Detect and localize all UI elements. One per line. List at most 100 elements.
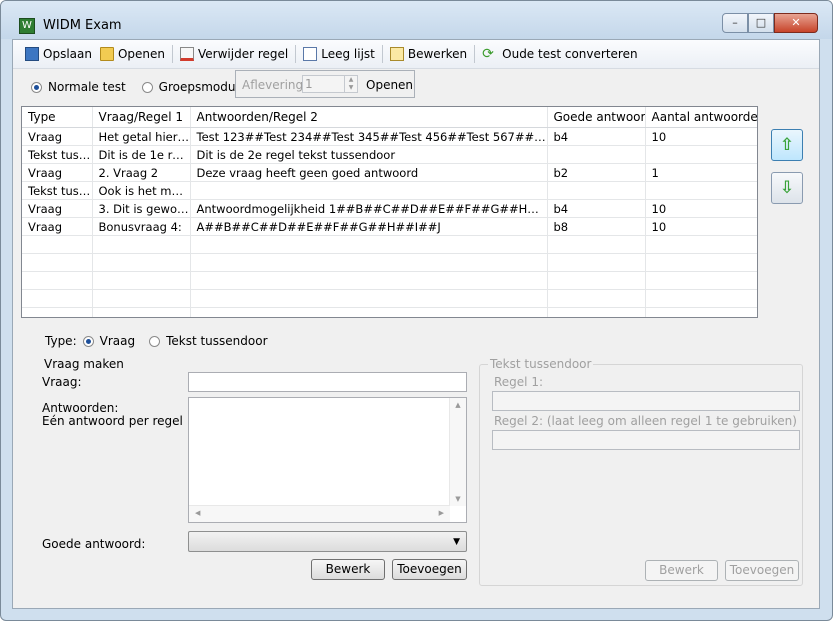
table-cell: Antwoordmogelijkheid 1##B##C##D##E##F##G… — [190, 199, 548, 218]
table-cell — [547, 181, 646, 200]
delete-row-icon — [180, 47, 195, 61]
mode-options: Normale test Groepsmodustest — [31, 74, 265, 100]
move-down-button[interactable]: ⇩ — [771, 172, 803, 204]
goede-antwoord-label: Goede antwoord: — [42, 537, 146, 551]
table-row-empty[interactable] — [22, 235, 757, 254]
client-area: Opslaan Openen Verwijder regel Leeg lijs… — [12, 39, 820, 609]
clear-list-label: Leeg lijst — [321, 47, 375, 61]
arrow-down-icon: ⇩ — [779, 178, 795, 198]
table-cell: 10 — [645, 127, 757, 146]
column-header-type[interactable]: Type — [22, 107, 93, 128]
type-label: Type: — [45, 334, 77, 348]
goede-antwoord-dropdown[interactable]: ▼ — [188, 531, 467, 552]
table-cell — [547, 145, 646, 164]
minimize-button[interactable]: – — [722, 13, 748, 33]
toolbar-separator — [381, 45, 383, 63]
antwoorden-label: Antwoorden: — [42, 401, 119, 415]
tekst-bewerk-button[interactable]: Bewerk — [645, 560, 718, 581]
aflevering-open-label[interactable]: Openen — [366, 78, 413, 92]
tekst-toevoegen-button[interactable]: Toevoegen — [725, 560, 799, 581]
bewerk-button[interactable]: Bewerk — [311, 559, 385, 580]
table-cell: b2 — [547, 163, 646, 182]
questions-grid[interactable]: Type Vraag/Regel 1 Antwoorden/Regel 2 Go… — [21, 106, 758, 318]
toolbar: Opslaan Openen Verwijder regel Leeg lijs… — [13, 40, 819, 69]
table-cell — [645, 145, 757, 164]
normal-test-label: Normale test — [48, 80, 126, 94]
vraag-maken-legend: Vraag maken — [42, 357, 126, 371]
table-cell — [645, 181, 757, 200]
vertical-scrollbar[interactable]: ▲ ▼ — [449, 398, 466, 506]
table-cell: Bonusvraag 4: — [92, 217, 191, 236]
clear-list-button[interactable]: Leeg lijst — [299, 43, 379, 65]
column-header-aantal[interactable]: Aantal antwoorden — [645, 107, 757, 128]
aflevering-label: Aflevering: — [242, 78, 308, 92]
table-row-empty[interactable] — [22, 307, 757, 317]
regel2-label: Regel 2: (laat leeg om alleen regel 1 te… — [494, 414, 797, 428]
table-cell: Het getal hierbo... — [92, 127, 191, 146]
antwoorden-hint: Eén antwoord per regel — [42, 414, 183, 428]
close-button[interactable]: ✕ — [774, 13, 818, 33]
regel2-input[interactable] — [492, 430, 800, 450]
table-cell: Ook is het moge... — [92, 181, 191, 200]
questions-table: Type Vraag/Regel 1 Antwoorden/Regel 2 Go… — [22, 107, 757, 317]
delete-row-label: Verwijder regel — [198, 47, 289, 61]
table-header-row: Type Vraag/Regel 1 Antwoorden/Regel 2 Go… — [22, 107, 757, 128]
main-window: W WIDM Exam – □ ✕ Opslaan Openen Verwijd… — [0, 0, 833, 621]
toolbar-separator — [172, 45, 174, 63]
type-tekst-radio[interactable] — [149, 335, 161, 347]
table-cell: Vraag — [22, 199, 93, 218]
table-cell — [190, 181, 548, 200]
edit-label: Bewerken — [407, 47, 468, 61]
table-row-empty[interactable] — [22, 289, 757, 308]
column-header-goede[interactable]: Goede antwoord — [547, 107, 646, 128]
type-vraag-label: Vraag — [99, 334, 136, 348]
column-header-antwoorden[interactable]: Antwoorden/Regel 2 — [190, 107, 548, 128]
horizontal-scrollbar[interactable]: ◀ ▶ — [189, 505, 450, 522]
save-label: Opslaan — [43, 47, 92, 61]
table-row[interactable]: Vraag 3. Dit is gewoon... Antwoordmogeli… — [22, 199, 757, 218]
antwoorden-textarea[interactable]: ▲ ▼ ◀ ▶ — [188, 397, 467, 523]
vraag-input[interactable] — [188, 372, 467, 392]
regel1-label: Regel 1: — [494, 375, 544, 389]
table-row[interactable]: Vraag Bonusvraag 4: A##B##C##D##E##F##G#… — [22, 217, 757, 236]
aflevering-stepper[interactable]: 1 ▲ ▼ — [302, 75, 358, 93]
table-cell: A##B##C##D##E##F##G##H##I##J — [190, 217, 548, 236]
title-bar[interactable]: W WIDM Exam – □ ✕ — [1, 1, 832, 39]
folder-open-icon — [99, 47, 114, 61]
aflevering-panel: Aflevering: 1 ▲ ▼ Openen — [235, 70, 415, 98]
table-row-empty[interactable] — [22, 271, 757, 290]
table-cell: 3. Dit is gewoon... — [92, 199, 191, 218]
convert-button[interactable]: ⟳ Oude test converteren — [478, 43, 641, 65]
toolbar-separator — [474, 45, 476, 63]
table-row[interactable]: Tekst tuss... Ook is het moge... — [22, 181, 757, 200]
save-button[interactable]: Opslaan — [21, 43, 96, 65]
toevoegen-button[interactable]: Toevoegen — [392, 559, 467, 580]
vraag-label: Vraag: — [42, 375, 82, 389]
open-button[interactable]: Openen — [96, 43, 169, 65]
table-cell: 10 — [645, 199, 757, 218]
maximize-button[interactable]: □ — [748, 13, 774, 33]
type-vraag-radio[interactable] — [82, 335, 94, 347]
table-cell: b8 — [547, 217, 646, 236]
table-row-empty[interactable] — [22, 253, 757, 272]
delete-row-button[interactable]: Verwijder regel — [176, 43, 292, 65]
table-cell: b4 — [547, 199, 646, 218]
type-selector: Type: Vraag Tekst tussendoor — [45, 334, 268, 348]
clear-list-icon — [303, 47, 318, 61]
edit-button[interactable]: Bewerken — [386, 43, 471, 65]
stepper-arrows-icon[interactable]: ▲ ▼ — [344, 76, 357, 92]
move-up-button[interactable]: ⇧ — [771, 129, 803, 161]
table-row[interactable]: Tekst tuss... Dit is de 1e rege... Dit i… — [22, 145, 757, 164]
table-row[interactable]: Vraag 2. Vraag 2 Deze vraag heeft geen g… — [22, 163, 757, 182]
tekst-tussendoor-group: Tekst tussendoor Regel 1: Regel 2: (laat… — [479, 357, 803, 586]
table-cell: Dit is de 2e regel tekst tussendoor — [190, 145, 548, 164]
group-test-radio[interactable] — [141, 81, 153, 93]
table-cell: Dit is de 1e rege... — [92, 145, 191, 164]
column-header-vraag[interactable]: Vraag/Regel 1 — [92, 107, 191, 128]
regel1-input[interactable] — [492, 391, 800, 411]
table-row[interactable]: Vraag Het getal hierbo... Test 123##Test… — [22, 127, 757, 146]
normal-test-radio[interactable] — [31, 81, 42, 93]
table-cell: 2. Vraag 2 — [92, 163, 191, 182]
open-label: Openen — [117, 47, 166, 61]
table-cell: Vraag — [22, 217, 93, 236]
